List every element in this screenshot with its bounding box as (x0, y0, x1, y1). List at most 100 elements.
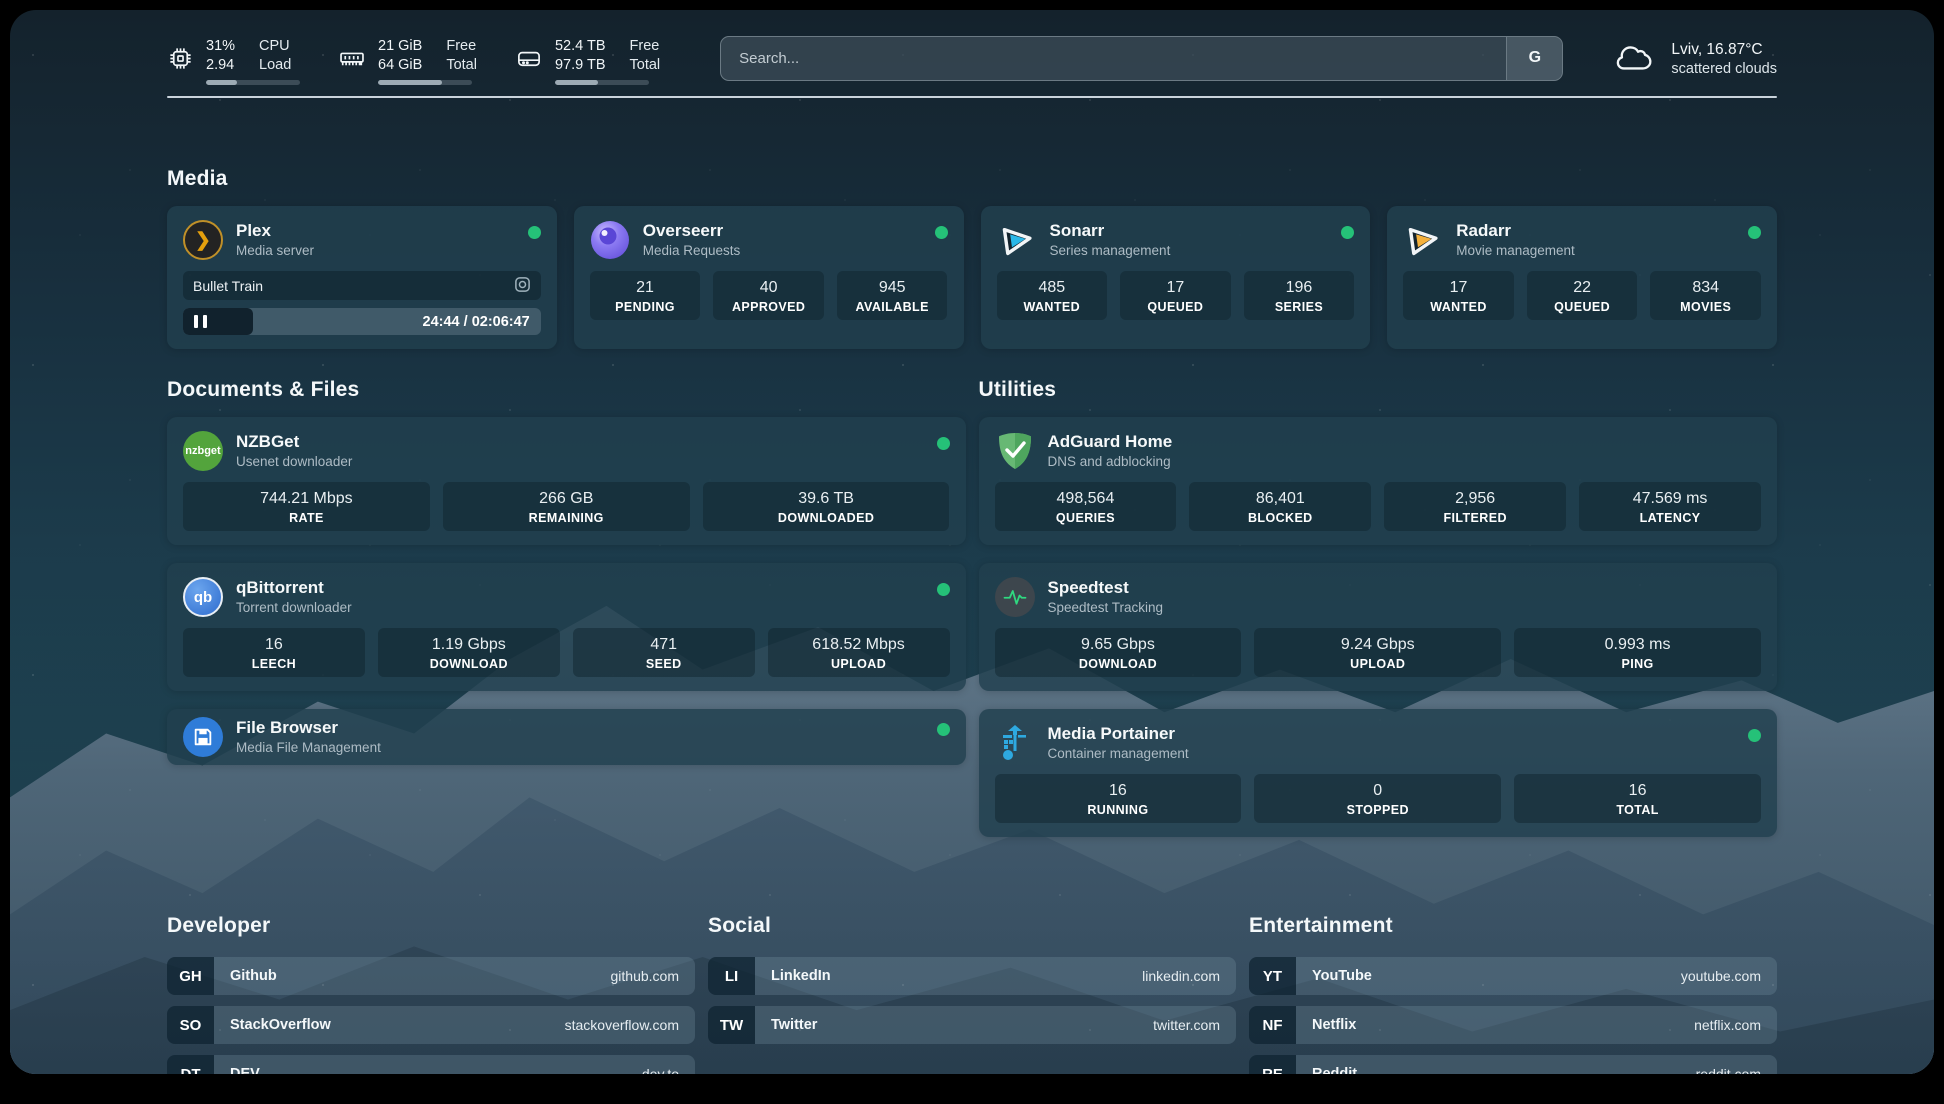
radarr-stat-movies: 834 MOVIES (1650, 271, 1761, 320)
weather-condition: scattered clouds (1671, 60, 1777, 79)
qbittorrent-desc: Torrent downloader (236, 599, 352, 617)
nzbget-icon: nzbget (183, 431, 223, 471)
twitter-url: twitter.com (1153, 1017, 1220, 1033)
qbittorrent-card[interactable]: qb qBittorrent Torrent downloader 16 LEE… (167, 563, 966, 691)
twitter-abbr: TW (708, 1006, 755, 1044)
speedtest-stat-upload: 9.24 Gbps UPLOAD (1254, 628, 1501, 677)
speedtest-stat-ping: 0.993 ms PING (1514, 628, 1761, 677)
cpu-values: 31%2.94 (206, 37, 235, 75)
qbittorrent-icon: qb (183, 577, 223, 617)
youtube-abbr: YT (1249, 957, 1296, 995)
cpu-progress-fill (206, 80, 237, 85)
bookmark-linkedin[interactable]: LI LinkedIn linkedin.com (708, 957, 1236, 995)
entertainment-group-title: Entertainment (1249, 911, 1777, 941)
search-input[interactable] (721, 37, 1506, 80)
dashboard-window: 31%2.94 CPULoad (10, 10, 1934, 1074)
reddit-abbr: RE (1249, 1055, 1296, 1074)
search-box: G (720, 36, 1563, 81)
bookmark-twitter[interactable]: TW Twitter twitter.com (708, 1006, 1236, 1044)
header-divider (167, 96, 1777, 98)
overseerr-icon (590, 220, 630, 260)
filebrowser-status-dot (937, 723, 950, 736)
bookmark-github[interactable]: GH Github github.com (167, 957, 695, 995)
overseerr-stat-approved: 40 APPROVED (713, 271, 824, 320)
portainer-status-dot (1748, 729, 1761, 742)
cpu-icon (167, 45, 194, 85)
portainer-card[interactable]: Media Portainer Container management 16 … (979, 709, 1778, 837)
portainer-name: Media Portainer (1048, 723, 1189, 745)
plex-card[interactable]: ❯ Plex Media server Bullet Train (167, 206, 557, 349)
youtube-name: YouTube (1312, 968, 1372, 984)
search-area: G (720, 36, 1563, 81)
stackoverflow-name: StackOverflow (230, 1017, 331, 1033)
nzbget-status-dot (937, 437, 950, 450)
adguard-name: AdGuard Home (1048, 431, 1173, 453)
media-settings-icon[interactable] (514, 276, 531, 296)
stackoverflow-url: stackoverflow.com (565, 1017, 679, 1033)
adguard-stat-blocked: 86,401 BLOCKED (1189, 482, 1371, 531)
memory-progress-fill (378, 80, 442, 85)
filebrowser-desc: Media File Management (236, 739, 381, 757)
sonarr-desc: Series management (1050, 242, 1171, 260)
search-engine-button[interactable]: G (1506, 37, 1562, 80)
documents-section-title: Documents & Files (167, 375, 966, 405)
bookmarks-area: Developer GH Github github.com SO StackO… (167, 911, 1777, 1074)
filebrowser-card[interactable]: File Browser Media File Management (167, 709, 966, 765)
section-documents: Documents & Files nzbget NZBGet Usenet d… (167, 375, 966, 855)
plex-progress-bar[interactable]: 24:44 / 02:06:47 (183, 308, 541, 335)
nzbget-card[interactable]: nzbget NZBGet Usenet downloader 744.21 M… (167, 417, 966, 545)
nzbget-stat-remaining: 266 GB REMAINING (443, 482, 690, 531)
adguard-desc: DNS and adblocking (1048, 453, 1173, 471)
sonarr-stat-wanted: 485 WANTED (997, 271, 1108, 320)
linkedin-abbr: LI (708, 957, 755, 995)
plex-time: 24:44 / 02:06:47 (423, 314, 530, 330)
sonarr-stat-series: 196 SERIES (1244, 271, 1355, 320)
pause-icon[interactable] (194, 315, 207, 328)
linkedin-url: linkedin.com (1142, 968, 1220, 984)
radarr-desc: Movie management (1456, 242, 1575, 260)
developer-group-title: Developer (167, 911, 695, 941)
portainer-icon (995, 723, 1035, 763)
system-stats: 31%2.94 CPULoad (167, 37, 660, 85)
github-name: Github (230, 968, 277, 984)
dev-name: DEV (230, 1066, 260, 1074)
dashboard-content: 31%2.94 CPULoad (10, 10, 1934, 1074)
radarr-stat-wanted: 17 WANTED (1403, 271, 1514, 320)
nzbget-desc: Usenet downloader (236, 453, 352, 471)
qbittorrent-stat-seed: 471 SEED (573, 628, 755, 677)
adguard-card[interactable]: AdGuard Home DNS and adblocking 498,564 … (979, 417, 1778, 545)
bookmark-group-entertainment: Entertainment YT YouTube youtube.com NF … (1249, 911, 1777, 1074)
speedtest-card[interactable]: Speedtest Speedtest Tracking 9.65 Gbps D… (979, 563, 1778, 691)
sonarr-stat-queued: 17 QUEUED (1120, 271, 1231, 320)
overseerr-card[interactable]: Overseerr Media Requests 21 PENDING 40 A… (574, 206, 964, 349)
filebrowser-name: File Browser (236, 717, 381, 739)
plex-desc: Media server (236, 242, 314, 260)
reddit-url: reddit.com (1696, 1066, 1761, 1074)
bookmark-reddit[interactable]: RE Reddit reddit.com (1249, 1055, 1777, 1074)
bookmark-group-developer: Developer GH Github github.com SO StackO… (167, 911, 695, 1074)
qbittorrent-stat-leech: 16 LEECH (183, 628, 365, 677)
sonarr-card[interactable]: Sonarr Series management 485 WANTED 17 Q… (981, 206, 1371, 349)
bookmark-dev[interactable]: DT DEV dev.to (167, 1055, 695, 1074)
portainer-stat-stopped: 0 STOPPED (1254, 774, 1501, 823)
qbittorrent-name: qBittorrent (236, 577, 352, 599)
speedtest-stat-download: 9.65 Gbps DOWNLOAD (995, 628, 1242, 677)
radarr-name: Radarr (1456, 220, 1575, 242)
media-cards-row: ❯ Plex Media server Bullet Train (167, 206, 1777, 349)
bookmark-youtube[interactable]: YT YouTube youtube.com (1249, 957, 1777, 995)
radarr-stat-queued: 22 QUEUED (1527, 271, 1638, 320)
radarr-card[interactable]: Radarr Movie management 17 WANTED 22 QUE… (1387, 206, 1777, 349)
reddit-name: Reddit (1312, 1066, 1357, 1074)
sonarr-icon (997, 220, 1037, 260)
bookmark-netflix[interactable]: NF Netflix netflix.com (1249, 1006, 1777, 1044)
youtube-url: youtube.com (1681, 968, 1761, 984)
memory-values: 21 GiB64 GiB (378, 37, 422, 75)
memory-labels: FreeTotal (446, 37, 477, 75)
memory-stat: 21 GiB64 GiB FreeTotal (338, 37, 477, 85)
cpu-progress-track (206, 80, 300, 85)
netflix-abbr: NF (1249, 1006, 1296, 1044)
radarr-icon (1403, 220, 1443, 260)
bookmark-stackoverflow[interactable]: SO StackOverflow stackoverflow.com (167, 1006, 695, 1044)
disk-labels: FreeTotal (630, 37, 661, 75)
stackoverflow-abbr: SO (167, 1006, 214, 1044)
